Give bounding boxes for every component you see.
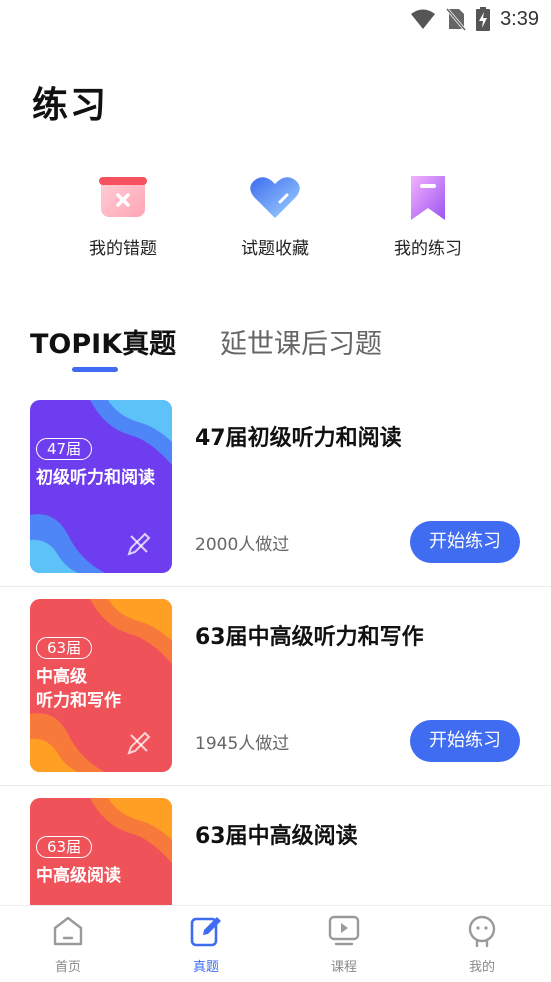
exam-list: 47届 初级听力和阅读 47届初级听力和阅读 2000人做过 开始练习 63届 … — [0, 400, 551, 905]
active-tab-indicator — [72, 367, 118, 372]
nav-courses[interactable]: 课程 — [304, 914, 384, 975]
nav-exams[interactable]: 真题 — [166, 914, 246, 975]
cover-title-line2: 听力和写作 — [36, 691, 121, 711]
cover-badge: 63届 — [36, 836, 93, 858]
status-time: 3:39 — [500, 7, 539, 30]
list-item: 47届 初级听力和阅读 47届初级听力和阅读 2000人做过 开始练习 — [0, 400, 551, 600]
status-bar: 3:39 — [0, 0, 551, 38]
pencil-ruler-icon — [127, 731, 151, 755]
cover-badge: 47届 — [36, 438, 93, 460]
nav-courses-label: 课程 — [330, 960, 357, 975]
attempt-count: 2000人做过 — [195, 535, 290, 555]
nav-home[interactable]: 首页 — [28, 914, 108, 975]
nav-home-label: 首页 — [54, 960, 81, 975]
my-practice-icon — [411, 176, 445, 220]
attempt-count: 1945人做过 — [195, 734, 290, 754]
cover-title: 初级听力和阅读 — [36, 468, 155, 488]
cover-badge: 63届 — [36, 637, 93, 659]
divider — [0, 586, 551, 587]
favorites-button[interactable]: 试题收藏 — [200, 170, 350, 259]
wifi-icon — [411, 9, 436, 29]
nav-profile[interactable]: 我的 — [442, 914, 522, 975]
favorites-icon — [250, 177, 300, 218]
nav-exams-label: 真题 — [192, 960, 219, 975]
no-sim-icon — [446, 8, 467, 31]
quick-actions: 我的错题 试题收藏 我的练习 — [0, 170, 551, 270]
start-practice-button[interactable]: 开始练习 — [410, 720, 520, 762]
exam-tabs: TOPIK真题 延世课后习题 — [30, 322, 530, 382]
course-video-icon — [328, 915, 360, 946]
list-item: 63届 中高级阅读 63届中高级阅读 — [0, 798, 551, 905]
battery-charging-icon — [476, 7, 491, 31]
page-title: 练习 — [32, 85, 109, 126]
divider — [0, 785, 551, 786]
start-practice-button[interactable]: 开始练习 — [410, 521, 520, 563]
pencil-ruler-icon — [127, 532, 151, 556]
profile-face-icon — [468, 915, 496, 948]
my-practice-button[interactable]: 我的练习 — [353, 170, 503, 259]
mistakes-icon — [99, 177, 147, 217]
cover-title: 中高级阅读 — [36, 866, 121, 886]
my-mistakes-button[interactable]: 我的错题 — [48, 170, 198, 259]
tab-yonsei[interactable]: 延世课后习题 — [220, 322, 382, 361]
list-item: 63届 中高级 听力和写作 63届中高级听力和写作 1945人做过 开始练习 — [0, 599, 551, 799]
nav-profile-label: 我的 — [468, 960, 495, 975]
bottom-navigation: 首页 真题 课程 我的 — [0, 905, 551, 982]
status-icons: 3:39 — [410, 6, 539, 32]
my-practice-label: 我的练习 — [394, 239, 462, 259]
exam-title[interactable]: 63届中高级听力和写作 — [195, 619, 424, 651]
exam-cover[interactable]: 47届 初级听力和阅读 — [30, 400, 172, 573]
exam-cover[interactable]: 63届 中高级阅读 — [30, 798, 172, 905]
home-icon — [53, 916, 83, 946]
exam-title[interactable]: 63届中高级阅读 — [195, 818, 358, 850]
favorites-label: 试题收藏 — [241, 239, 309, 259]
my-mistakes-label: 我的错题 — [89, 239, 157, 259]
tab-topik[interactable]: TOPIK真题 — [30, 322, 176, 361]
exam-cover[interactable]: 63届 中高级 听力和写作 — [30, 599, 172, 772]
exam-title[interactable]: 47届初级听力和阅读 — [195, 420, 402, 452]
exam-edit-icon — [190, 917, 221, 947]
cover-title-line1: 中高级 — [36, 667, 87, 687]
